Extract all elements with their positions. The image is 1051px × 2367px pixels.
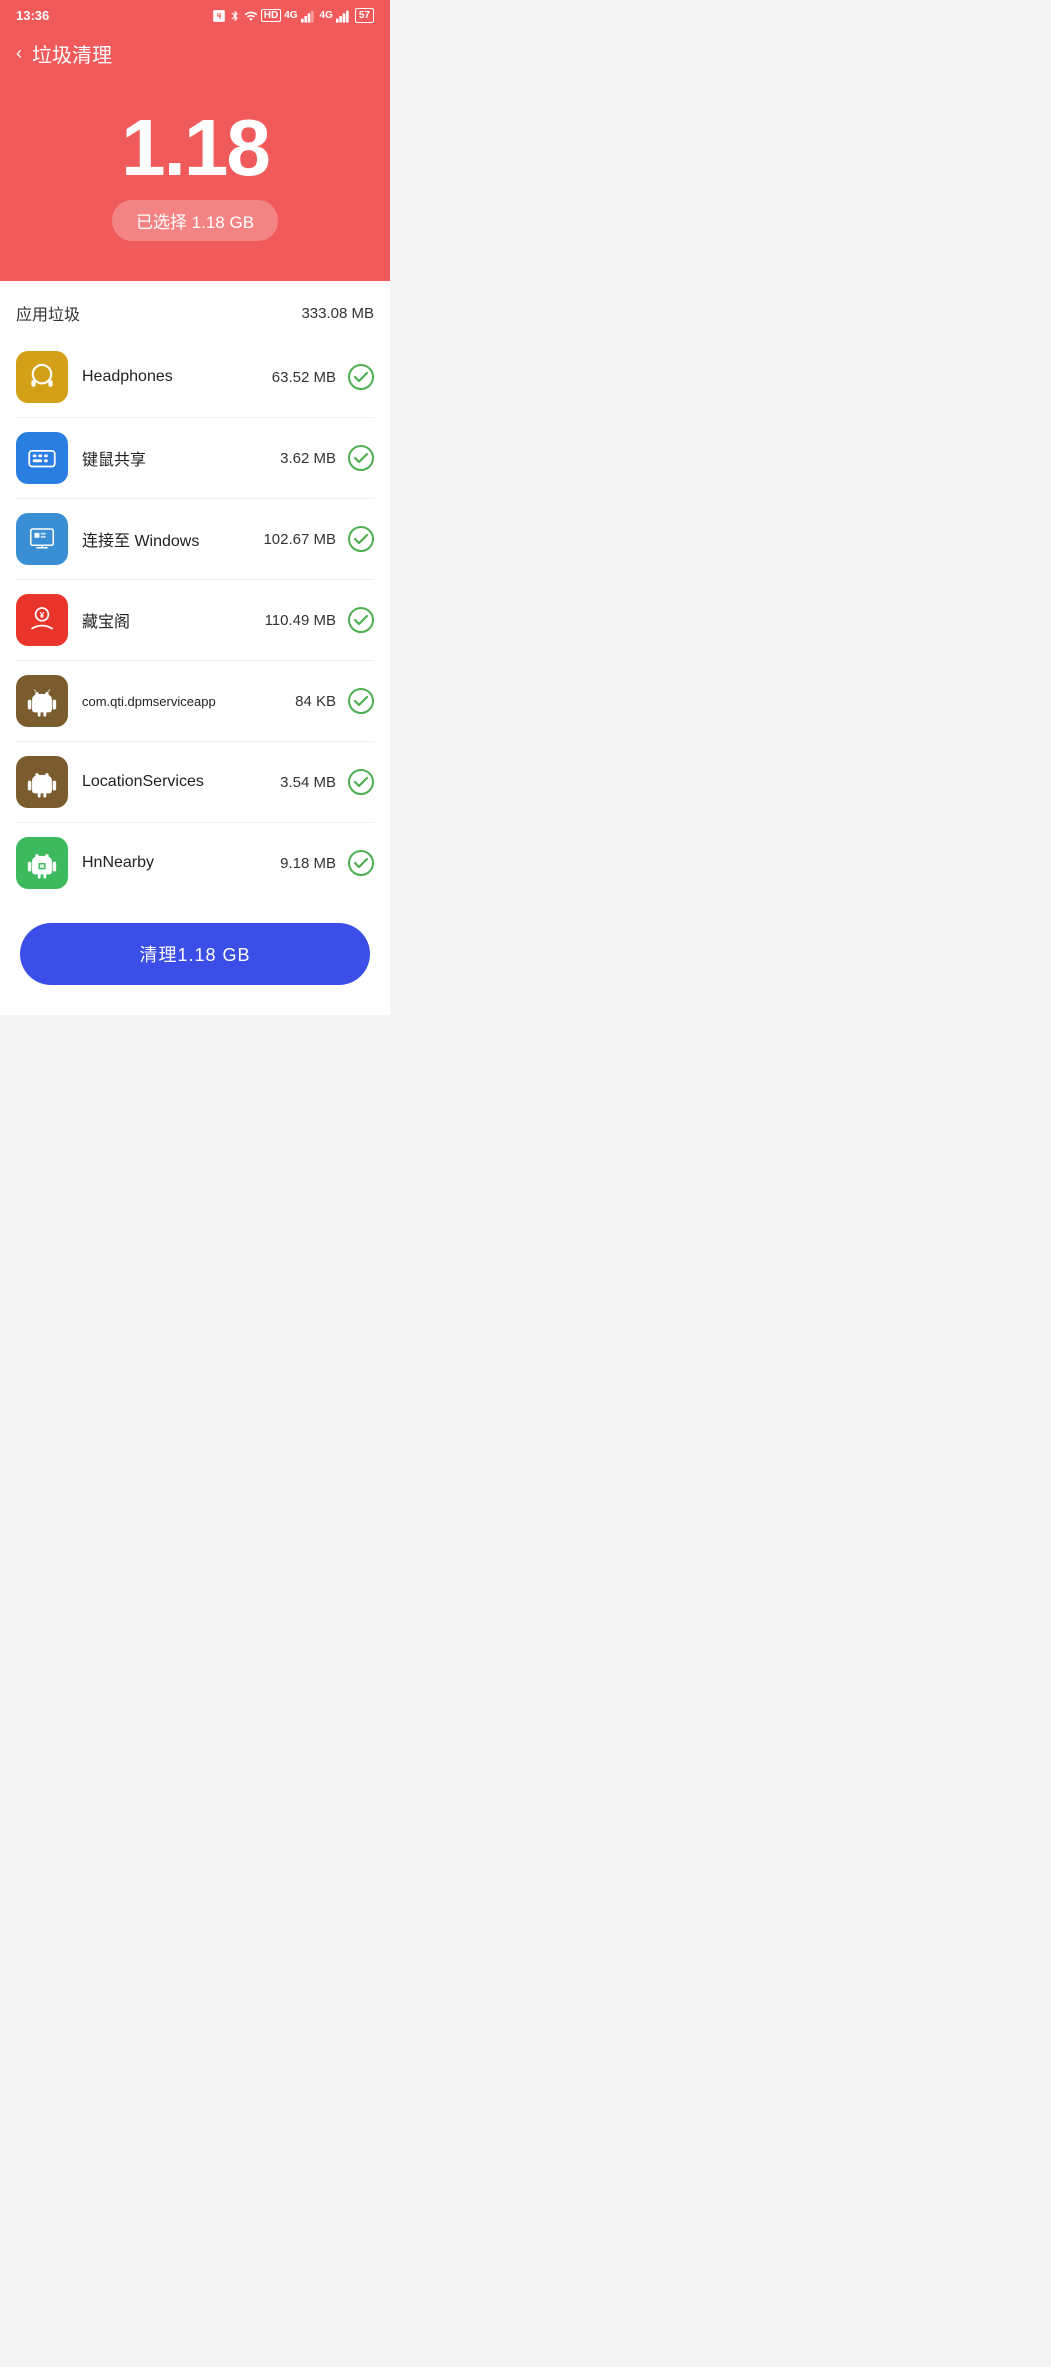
check-icon[interactable] [348,445,374,471]
nfc-icon [212,9,226,23]
app-icon-location [16,756,68,808]
app-size: 110.49 MB [265,612,336,629]
app-list: Headphones 63.52 MB 键鼠共享 [0,337,390,903]
clean-button[interactable]: 清理1.18 GB [20,923,370,985]
list-item[interactable]: ¥ 藏宝阁 110.49 MB [16,580,374,661]
app-icon-windows [16,513,68,565]
app-name: com.qti.dpmserviceapp [82,694,295,709]
list-item[interactable]: 连接至 Windows 102.67 MB [16,499,374,580]
4g-label: 4G [284,10,297,21]
4g2-label: 4G [320,10,333,21]
nearby-icon [25,846,59,880]
total-size-number: 1.18 [0,108,390,188]
app-size: 3.54 MB [280,774,336,791]
app-icon-headphones [16,351,68,403]
app-icon-dpm [16,675,68,727]
signal-icon [301,9,317,23]
hd-badge: HD [261,9,281,22]
list-item[interactable]: 键鼠共享 3.62 MB [16,418,374,499]
check-icon[interactable] [348,526,374,552]
section-header: 应用垃圾 333.08 MB [0,281,390,337]
check-icon[interactable] [348,607,374,633]
app-size: 63.52 MB [272,369,336,386]
windows-connect-icon [27,524,57,554]
list-item[interactable]: HnNearby 9.18 MB [16,823,374,903]
section-total-size: 333.08 MB [301,305,374,322]
app-name: 藏宝阁 [82,608,265,632]
app-icon-treasure: ¥ [16,594,68,646]
content-area: 应用垃圾 333.08 MB Headphones 63.52 MB [0,281,390,903]
wifi-icon [244,9,258,23]
treasure-icon: ¥ [25,603,59,637]
headphones-icon [25,360,59,394]
page-header: ‹ 垃圾清理 [0,29,390,88]
android-icon [25,684,59,718]
app-name: 连接至 Windows [82,527,263,551]
signal2-icon [336,9,352,23]
status-icons: HD 4G 4G 57 [212,8,374,23]
status-time: 13:36 [16,8,49,23]
status-bar: 13:36 HD 4G 4G 57 [0,0,390,29]
app-icon-nearby [16,837,68,889]
selected-badge: 已选择 1.18 GB [112,200,278,241]
app-size: 102.67 MB [263,531,336,548]
app-name: LocationServices [82,773,280,791]
check-icon[interactable] [348,364,374,390]
list-item[interactable]: Headphones 63.52 MB [16,337,374,418]
app-name: HnNearby [82,854,280,872]
app-size: 3.62 MB [280,450,336,467]
check-icon[interactable] [348,850,374,876]
app-name: 键鼠共享 [82,446,280,470]
hero-section: 1.18 已选择 1.18 GB [0,88,390,281]
back-button[interactable]: ‹ [16,43,22,64]
bluetooth-icon [229,9,241,23]
svg-text:¥: ¥ [40,610,45,620]
android2-icon [25,765,59,799]
app-size: 84 KB [295,693,336,710]
keyboard-icon [25,441,59,475]
list-item[interactable]: com.qti.dpmserviceapp 84 KB [16,661,374,742]
app-name: Headphones [82,368,272,386]
battery-level: 57 [355,8,374,23]
list-item[interactable]: LocationServices 3.54 MB [16,742,374,823]
app-icon-keyboard [16,432,68,484]
section-title: 应用垃圾 [16,301,80,325]
page-title: 垃圾清理 [32,39,112,68]
check-icon[interactable] [348,688,374,714]
check-icon[interactable] [348,769,374,795]
app-size: 9.18 MB [280,855,336,872]
bottom-area: 清理1.18 GB [0,903,390,1015]
